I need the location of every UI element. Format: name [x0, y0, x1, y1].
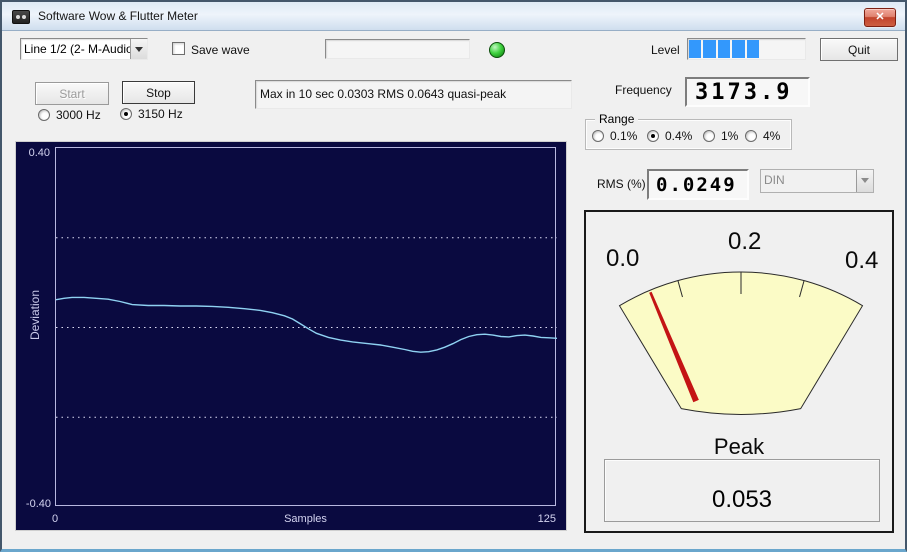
- x-axis-title: Samples: [284, 513, 327, 525]
- frequency-label: Frequency: [615, 83, 672, 97]
- chevron-down-icon[interactable]: [130, 39, 147, 59]
- radio-circle: [745, 130, 757, 142]
- x-axis-max-label: 125: [537, 513, 556, 525]
- save-wave-label: Save wave: [191, 43, 250, 57]
- analog-meter-panel: 0.0 0.2 0.4 Peak 0.053: [584, 210, 894, 533]
- window-title: Software Wow & Flutter Meter: [38, 9, 198, 23]
- radio-circle: [120, 108, 132, 120]
- weighting-combobox: DIN: [760, 169, 874, 193]
- radio-range-0p1[interactable]: 0.1%: [592, 129, 637, 143]
- y-axis-min-label: -0.40: [25, 498, 51, 510]
- status-text: Max in 10 sec 0.0303 RMS 0.0643 quasi-pe…: [260, 87, 507, 101]
- radio-range-4[interactable]: 4%: [745, 129, 780, 143]
- radio-circle: [647, 130, 659, 142]
- range-group-label: Range: [595, 112, 639, 126]
- status-box: Max in 10 sec 0.0303 RMS 0.0643 quasi-pe…: [255, 80, 572, 109]
- radio-3000hz[interactable]: 3000 Hz: [38, 108, 101, 122]
- radio-range-1[interactable]: 1%: [703, 129, 738, 143]
- y-axis-title: Deviation: [28, 290, 42, 341]
- radio-3150hz[interactable]: 3150 Hz: [120, 107, 183, 121]
- peak-label: Peak: [713, 434, 765, 459]
- radio-circle: [703, 130, 715, 142]
- level-meter-segments: [689, 40, 802, 58]
- save-wave-checkbox[interactable]: [172, 42, 185, 55]
- radio-circle: [592, 130, 604, 142]
- wave-file-input[interactable]: [325, 39, 470, 59]
- peak-value: 0.053: [711, 486, 773, 513]
- peak-value-box: 0.053: [604, 459, 880, 522]
- y-axis-max-label: 0.40: [28, 147, 50, 159]
- close-button[interactable]: ✕: [864, 8, 896, 27]
- chevron-down-icon: [856, 170, 873, 192]
- weighting-value: DIN: [764, 173, 785, 187]
- input-device-value: Line 1/2 (2- M-Audio De: [24, 42, 130, 56]
- rms-display: 0.0249: [647, 169, 749, 200]
- start-button[interactable]: Start: [35, 82, 109, 105]
- cassette-app-icon: [12, 10, 30, 24]
- radio-range-0p4[interactable]: 0.4%: [647, 129, 692, 143]
- rms-label: RMS (%): [597, 177, 646, 191]
- input-device-combobox[interactable]: Line 1/2 (2- M-Audio De: [20, 38, 148, 60]
- frequency-display: 3173.9: [685, 77, 810, 107]
- title-bar: Software Wow & Flutter Meter ✕: [2, 2, 905, 31]
- quit-button[interactable]: Quit: [820, 38, 898, 61]
- radio-circle: [38, 109, 50, 121]
- app-window: Software Wow & Flutter Meter ✕ Line 1/2 …: [0, 0, 907, 552]
- stop-button[interactable]: Stop: [122, 81, 195, 104]
- gauge-dial: [618, 271, 864, 415]
- level-label: Level: [651, 43, 680, 57]
- deviation-chart-panel: 0.40 -0.40 Deviation 0 Samples 125: [15, 141, 567, 531]
- deviation-plot: [56, 237, 557, 418]
- signal-led-indicator: [489, 42, 505, 58]
